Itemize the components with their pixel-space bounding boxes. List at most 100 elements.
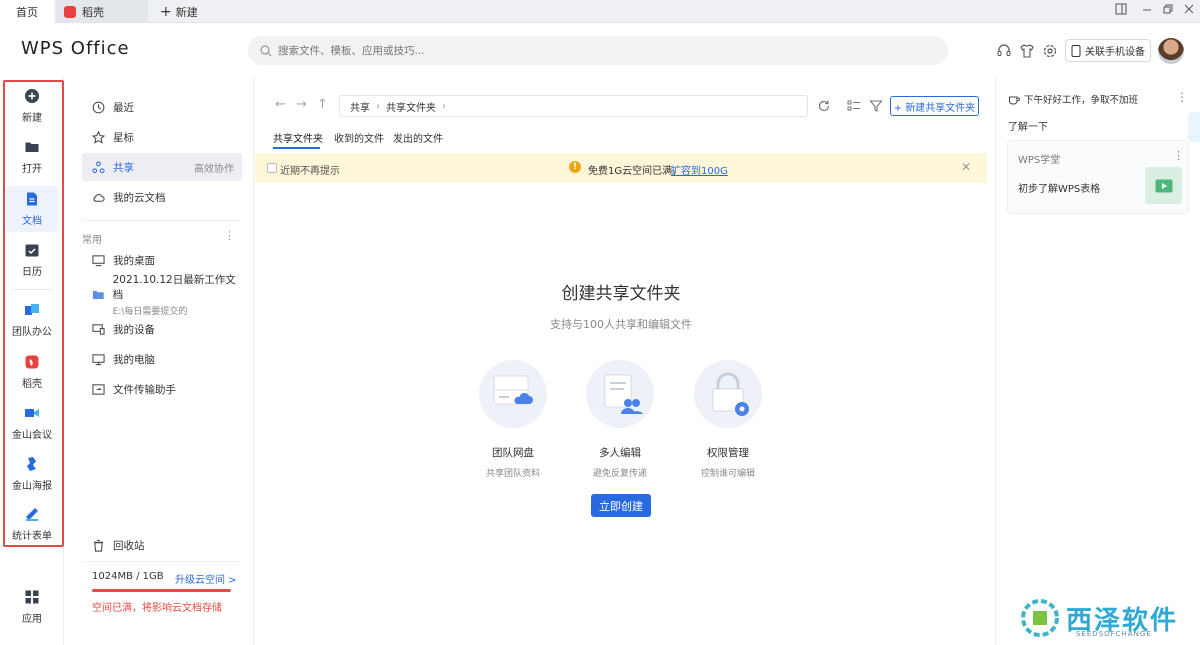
share-icon bbox=[92, 160, 105, 173]
desktop-icon bbox=[92, 254, 105, 266]
skin-shirt-icon[interactable] bbox=[1019, 43, 1035, 59]
meeting-icon bbox=[25, 409, 39, 417]
create-now-button[interactable]: 立即创建 bbox=[591, 494, 651, 517]
layout-toggle-icon[interactable] bbox=[1115, 3, 1127, 18]
clock-icon bbox=[92, 101, 105, 113]
app-meeting[interactable]: 金山会议 bbox=[6, 400, 58, 446]
subtab-sent-files[interactable]: 发出的文件 bbox=[393, 130, 443, 145]
feature-multi-edit-name: 多人编辑 bbox=[599, 447, 641, 459]
storage-usage: 1024MB / 1GB bbox=[92, 571, 164, 582]
feature-permission: 权限管理 控制谁可编辑 bbox=[683, 360, 773, 479]
new-share-folder-button[interactable]: + 新建共享文件夹 bbox=[890, 96, 979, 116]
app-poster-label: 金山海报 bbox=[12, 481, 52, 492]
forward-arrow-icon[interactable]: → bbox=[296, 97, 307, 112]
app-new[interactable]: 新建 bbox=[6, 83, 58, 129]
app-daoke[interactable]: 稻壳 bbox=[6, 349, 58, 395]
wps-academy-card[interactable]: WPS学堂 ⋮ 初步了解WPS表格 bbox=[1007, 140, 1189, 214]
doc-nav-sidebar: 最近 星标 共享 高效协作 我的云文档 常用 ⋮ 我的桌面 2021.10.12… bbox=[64, 76, 254, 645]
app-poster[interactable]: 金山海报 bbox=[6, 451, 58, 497]
empty-state-subtitle: 支持与100人共享和编辑文件 bbox=[550, 318, 692, 331]
nav-starred[interactable]: 星标 bbox=[82, 123, 242, 151]
card-more-icon[interactable]: ⋮ bbox=[1173, 149, 1184, 162]
watermark: 西泽软件 SEEDSOFCHANGE bbox=[1020, 598, 1178, 638]
nav-recent[interactable]: 最近 bbox=[82, 93, 242, 121]
more-dots-icon[interactable]: ⋮ bbox=[1176, 90, 1188, 104]
search-input[interactable] bbox=[278, 44, 878, 57]
app-team-office[interactable]: 团队办公 bbox=[6, 297, 58, 343]
permission-lock-icon bbox=[694, 360, 762, 428]
tab-bar: 首页 稻壳 + 新建 bbox=[0, 0, 1200, 23]
subtab-received-files[interactable]: 收到的文件 bbox=[334, 130, 384, 145]
team-office-icon bbox=[25, 304, 39, 315]
phone-icon bbox=[1071, 44, 1081, 57]
list-view-icon[interactable] bbox=[847, 99, 861, 113]
nav-recycle-bin[interactable]: 回收站 bbox=[82, 531, 242, 559]
app-open-label: 打开 bbox=[22, 164, 42, 175]
calendar-icon bbox=[25, 244, 39, 257]
multi-edit-icon bbox=[586, 360, 654, 428]
greeting: 下午好好工作，争取不加班 bbox=[1008, 92, 1138, 106]
breadcrumb-share[interactable]: 共享 bbox=[350, 99, 370, 114]
notice-text: 免费1G云空间已满， bbox=[588, 166, 683, 177]
search-box[interactable] bbox=[248, 36, 948, 65]
tab-new[interactable]: + 新建 bbox=[160, 0, 198, 23]
minimize-icon[interactable] bbox=[1141, 3, 1153, 18]
filter-icon[interactable] bbox=[869, 99, 883, 113]
settings-gear-icon[interactable] bbox=[1042, 43, 1058, 59]
up-arrow-icon[interactable]: ↑ bbox=[317, 97, 328, 112]
daoke-logo-icon bbox=[64, 5, 76, 18]
expand-storage-link[interactable]: 扩容到100G bbox=[671, 162, 728, 177]
app-daoke-label: 稻壳 bbox=[22, 379, 42, 390]
app-new-label: 新建 bbox=[22, 113, 42, 124]
star-icon bbox=[92, 130, 105, 144]
headset-icon[interactable] bbox=[996, 43, 1012, 59]
app-calendar[interactable]: 日历 bbox=[6, 237, 58, 283]
breadcrumb-shared-folder[interactable]: 共享文件夹 bbox=[386, 99, 436, 114]
nav-work-folder-label: 2021.10.12日最新工作文档 bbox=[112, 273, 236, 301]
app-form[interactable]: 统计表单 bbox=[6, 501, 58, 547]
restore-icon[interactable] bbox=[1162, 3, 1174, 18]
nav-my-desktop[interactable]: 我的桌面 bbox=[82, 246, 242, 274]
app-apps[interactable]: 应用 bbox=[6, 584, 58, 630]
nav-divider bbox=[82, 220, 240, 221]
app-team-office-label: 团队办公 bbox=[12, 327, 52, 338]
nav-my-device[interactable]: 我的设备 bbox=[82, 315, 242, 343]
nav-cloud-docs-label: 我的云文档 bbox=[113, 191, 166, 204]
right-panel: 下午好好工作，争取不加班 ⋮ 了解一下 WPS学堂 ⋮ 初步了解WPS表格 bbox=[995, 76, 1200, 645]
card-title: WPS学堂 bbox=[1018, 155, 1061, 166]
user-avatar[interactable] bbox=[1158, 38, 1184, 64]
app-open[interactable]: 打开 bbox=[6, 134, 58, 180]
feature-team-drive: 团队网盘 共享团队资料 bbox=[468, 360, 558, 479]
nav-my-computer[interactable]: 我的电脑 bbox=[82, 345, 242, 373]
close-window-icon[interactable] bbox=[1183, 3, 1195, 18]
device-icon bbox=[92, 323, 105, 335]
dont-show-checkbox[interactable] bbox=[267, 163, 277, 173]
nav-share[interactable]: 共享 高效协作 bbox=[82, 153, 242, 181]
close-notice-icon[interactable]: ✕ bbox=[961, 160, 971, 174]
plus-circle-icon bbox=[25, 89, 39, 103]
nav-file-transfer-label: 文件传输助手 bbox=[113, 383, 176, 396]
more-dots-icon[interactable]: ⋮ bbox=[224, 229, 235, 242]
feature-team-drive-name: 团队网盘 bbox=[492, 447, 534, 459]
storage-progress-bar bbox=[92, 589, 231, 592]
tab-daoke[interactable]: 稻壳 bbox=[56, 0, 148, 23]
nav-divider-bottom bbox=[82, 561, 240, 562]
nav-cloud-docs[interactable]: 我的云文档 bbox=[82, 183, 242, 211]
breadcrumb[interactable]: 共享 › 共享文件夹 › bbox=[339, 95, 808, 117]
dont-show-label[interactable]: 近期不再提示 bbox=[280, 162, 340, 177]
nav-file-transfer[interactable]: 文件传输助手 bbox=[82, 375, 242, 403]
coffee-cup-icon bbox=[1009, 96, 1020, 105]
nav-work-folder[interactable]: 2021.10.12日最新工作文档 E:\每日需要提交的 bbox=[82, 274, 242, 317]
nav-recent-label: 最近 bbox=[113, 101, 134, 114]
video-play-icon[interactable] bbox=[1145, 167, 1182, 204]
back-arrow-icon[interactable]: ← bbox=[275, 97, 286, 112]
subtab-shared-folders[interactable]: 共享文件夹 bbox=[273, 130, 323, 145]
side-float-tab[interactable] bbox=[1188, 112, 1200, 142]
link-phone-button[interactable]: 关联手机设备 bbox=[1065, 39, 1151, 62]
document-icon bbox=[27, 192, 37, 206]
upgrade-storage-link[interactable]: 升级云空间 > bbox=[175, 571, 237, 586]
refresh-icon[interactable] bbox=[817, 99, 831, 113]
app-docs[interactable]: 文档 bbox=[6, 186, 58, 232]
folder-icon bbox=[25, 142, 39, 152]
tab-home[interactable]: 首页 bbox=[0, 0, 54, 23]
